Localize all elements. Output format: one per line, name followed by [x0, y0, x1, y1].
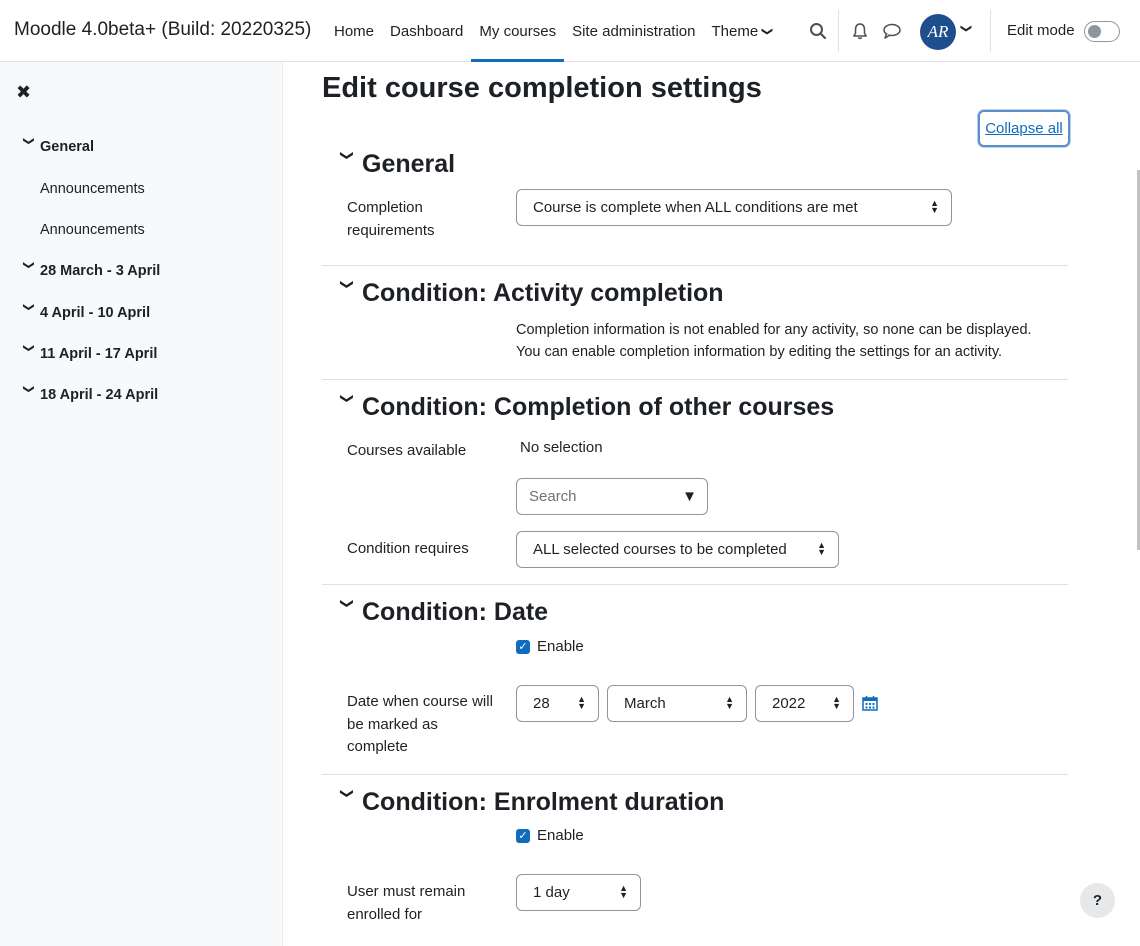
user-avatar[interactable]: AR	[920, 14, 956, 50]
section-label: 11 April - 17 April	[40, 346, 158, 362]
section-title: General	[362, 150, 456, 178]
nav-theme-label: Theme	[711, 22, 759, 40]
select-arrows-icon: ▲ ▼	[577, 694, 586, 711]
enrolment-duration-label: User must remain enrolled for	[347, 883, 466, 923]
date-day-select[interactable]: 28 ▲ ▼	[516, 685, 599, 722]
select-value: 1 day	[533, 884, 570, 901]
nav-site-administration[interactable]: Site administration	[564, 0, 703, 62]
primary-navigation: Home Dashboard My courses Site administr…	[326, 0, 780, 62]
courses-available-label: Courses available	[347, 442, 467, 459]
section-title: Condition: Activity completion	[362, 279, 724, 307]
activity-completion-info-line2: You can enable completion information by…	[516, 344, 1003, 360]
select-value: Course is complete when ALL conditions a…	[533, 199, 858, 216]
course-index-activity-announcements[interactable]: Announcements	[40, 181, 145, 197]
section-title: Condition: Completion of other courses	[362, 393, 835, 421]
section-header-enrolment-duration[interactable]: ❯ Condition: Enrolment duration	[332, 788, 724, 817]
activity-completion-info-line1: Completion information is not enabled fo…	[516, 322, 1032, 338]
chevron-down-icon[interactable]: ❯	[339, 788, 355, 818]
date-year-select[interactable]: 2022 ▲ ▼	[755, 685, 854, 722]
section-label: 4 April - 10 April	[40, 305, 151, 321]
no-selection-text: No selection	[520, 439, 603, 456]
chevron-down-icon[interactable]: ❯	[339, 279, 355, 309]
completion-requirements-label: Completion requirements	[347, 199, 435, 239]
section-divider	[322, 379, 1068, 380]
course-index-activity-announcements[interactable]: Announcements	[40, 222, 145, 238]
help-button[interactable]: ?	[1080, 883, 1115, 918]
nav-theme-menu[interactable]: Theme ❯	[704, 0, 781, 62]
search-icon[interactable]	[808, 21, 828, 41]
course-index-section-week2[interactable]: ❯ 4 April - 10 April	[18, 302, 151, 324]
chevron-down-icon[interactable]: ❯	[23, 302, 36, 324]
select-arrows-icon: ▲ ▼	[832, 694, 841, 711]
section-divider	[322, 584, 1068, 585]
toggle-knob	[1088, 25, 1101, 38]
top-navbar: Moodle 4.0beta+ (Build: 20220325) Home D…	[0, 0, 1140, 62]
chevron-down-icon[interactable]: ❯	[23, 260, 36, 282]
chevron-down-icon: ❯	[761, 26, 774, 36]
date-month-select[interactable]: March ▲ ▼	[607, 685, 747, 722]
courses-search-input[interactable]: Search ▼	[516, 478, 708, 515]
checkmark-icon[interactable]: ✓	[516, 828, 530, 843]
calendar-icon[interactable]	[862, 695, 878, 711]
section-title: Condition: Date	[362, 598, 549, 626]
date-enable-checkbox[interactable]: ✓ Enable	[516, 638, 584, 655]
course-index-section-week4[interactable]: ❯ 18 April - 24 April	[18, 384, 159, 406]
edit-mode-toggle[interactable]	[1084, 21, 1120, 42]
select-value: 2022	[772, 695, 806, 712]
nav-my-courses[interactable]: My courses	[471, 0, 564, 62]
search-placeholder: Search	[529, 488, 577, 505]
chevron-down-icon[interactable]: ❯	[339, 598, 355, 628]
select-value: ALL selected courses to be completed	[533, 541, 787, 558]
select-arrows-icon: ▲ ▼	[619, 883, 628, 900]
section-header-other-courses[interactable]: ❯ Condition: Completion of other courses	[332, 393, 834, 422]
date-complete-label: Date when course will be marked as compl…	[347, 693, 493, 755]
caret-down-icon[interactable]: ▼	[682, 488, 697, 505]
chevron-down-icon[interactable]: ❯	[23, 136, 36, 158]
enrolment-enable-checkbox[interactable]: ✓ Enable	[516, 827, 584, 844]
course-index-section-general[interactable]: ❯ General	[18, 136, 95, 158]
nav-home[interactable]: Home	[326, 0, 382, 62]
nav-dashboard[interactable]: Dashboard	[382, 0, 471, 62]
checkbox-label: Enable	[537, 638, 584, 655]
section-label: 18 April - 24 April	[40, 387, 159, 403]
bell-icon[interactable]	[850, 21, 870, 41]
close-icon[interactable]: ✖	[16, 82, 31, 103]
collapse-all-link[interactable]: Collapse all	[978, 110, 1070, 147]
course-index-section-week3[interactable]: ❯ 11 April - 17 April	[18, 343, 158, 365]
condition-requires-label: Condition requires	[347, 540, 469, 557]
edit-mode-label: Edit mode	[1007, 22, 1075, 39]
section-header-date[interactable]: ❯ Condition: Date	[332, 598, 548, 627]
select-value: March	[624, 695, 666, 712]
select-arrows-icon: ▲ ▼	[817, 540, 826, 557]
section-divider	[322, 774, 1068, 775]
checkbox-label: Enable	[537, 827, 584, 844]
section-header-activity-completion[interactable]: ❯ Condition: Activity completion	[332, 279, 724, 308]
chevron-down-icon[interactable]: ❯	[960, 24, 973, 33]
chat-bubble-icon[interactable]	[882, 21, 902, 41]
course-index-drawer: ✖ ❯ General Announcements Announcements ❯…	[0, 62, 283, 946]
section-title: Condition: Enrolment duration	[362, 788, 725, 816]
chevron-down-icon[interactable]: ❯	[23, 343, 36, 365]
enrolment-duration-select[interactable]: 1 day ▲ ▼	[516, 874, 641, 911]
select-arrows-icon: ▲ ▼	[930, 198, 939, 215]
nav-divider	[838, 10, 839, 52]
site-brand[interactable]: Moodle 4.0beta+ (Build: 20220325)	[14, 19, 311, 41]
condition-requires-select[interactable]: ALL selected courses to be completed ▲ ▼	[516, 531, 839, 568]
section-header-general[interactable]: ❯ General	[332, 150, 455, 179]
page-title: Edit course completion settings	[322, 72, 762, 104]
checkmark-icon[interactable]: ✓	[516, 639, 530, 654]
select-value: 28	[533, 695, 550, 712]
main-content: Edit course completion settings Collapse…	[284, 62, 1140, 946]
section-divider	[322, 265, 1068, 266]
select-arrows-icon: ▲ ▼	[725, 694, 734, 711]
chevron-down-icon[interactable]: ❯	[339, 150, 355, 180]
section-label: General	[40, 139, 94, 155]
completion-requirements-select[interactable]: Course is complete when ALL conditions a…	[516, 189, 952, 226]
nav-divider	[990, 10, 991, 52]
course-index-section-week1[interactable]: ❯ 28 March - 3 April	[18, 260, 161, 282]
chevron-down-icon[interactable]: ❯	[339, 393, 355, 423]
chevron-down-icon[interactable]: ❯	[23, 384, 36, 406]
section-label: 28 March - 3 April	[40, 263, 161, 279]
